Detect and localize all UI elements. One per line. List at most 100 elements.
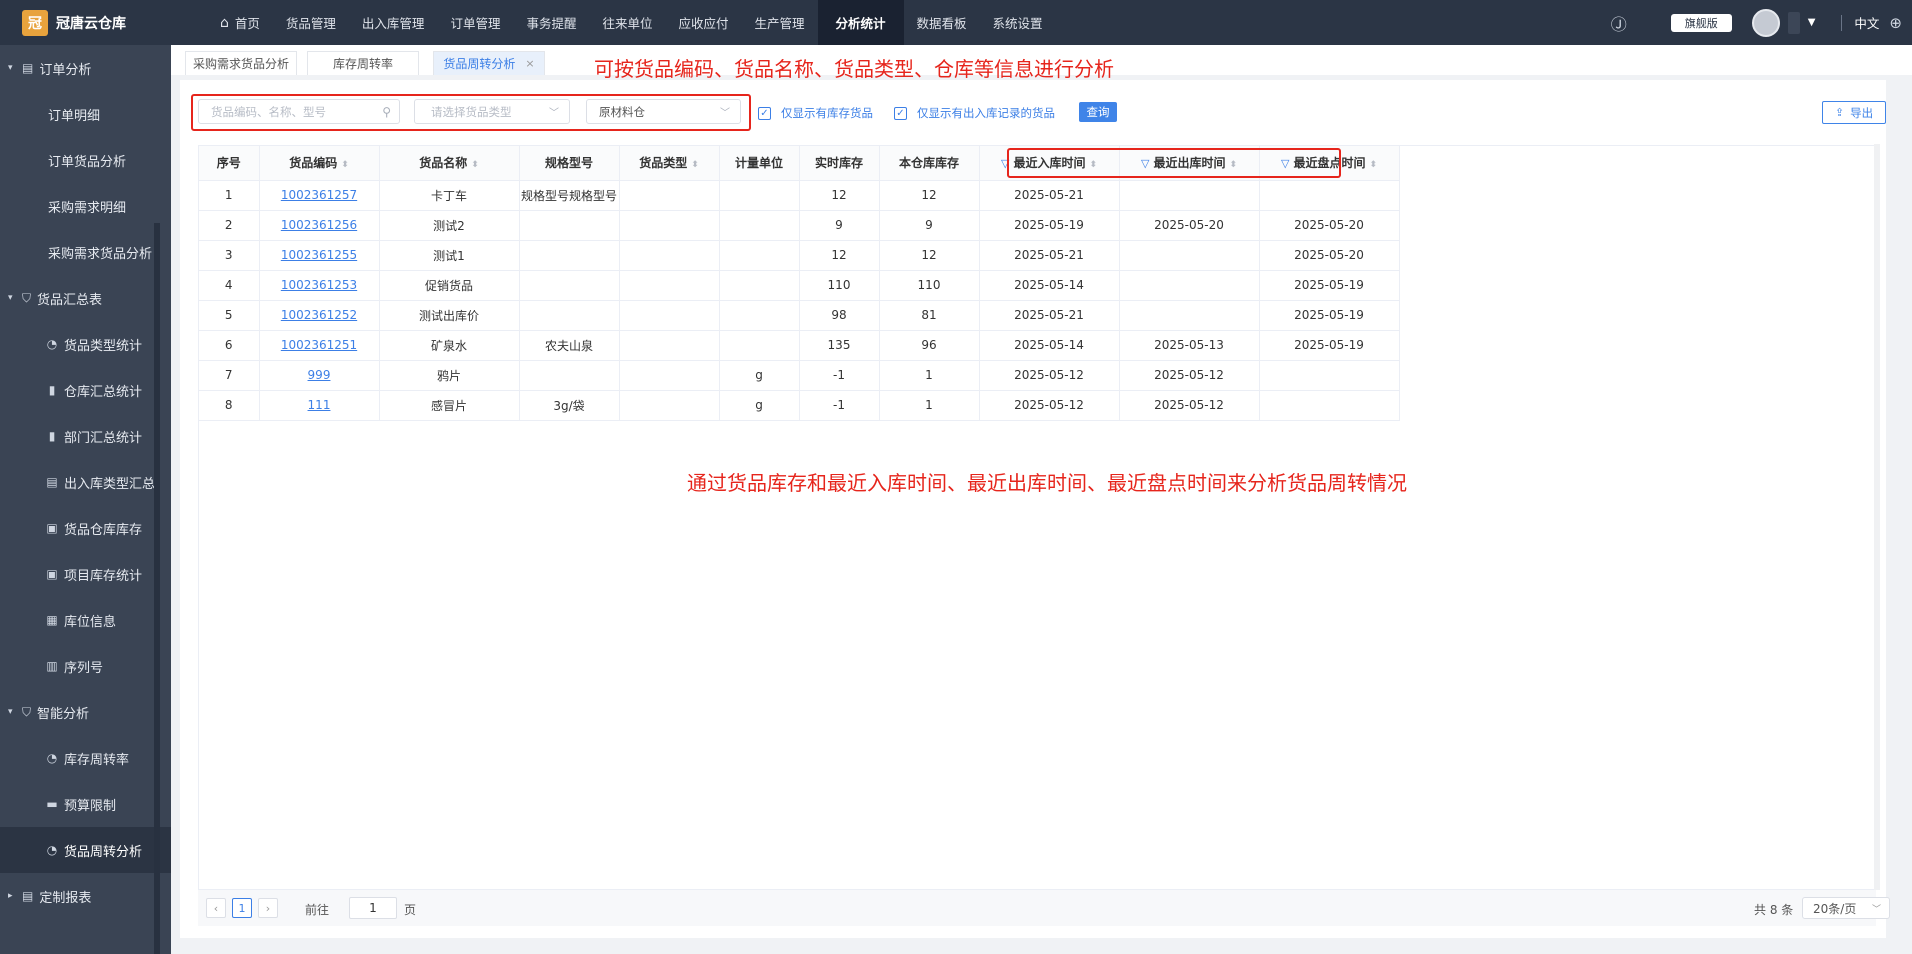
divider: [1841, 14, 1843, 31]
search-icon: ⚲: [382, 104, 391, 119]
bar-chart-icon: ▮: [48, 383, 56, 397]
search-input[interactable]: 货品编码、名称、型号 ⚲: [198, 99, 400, 124]
goods-code-link[interactable]: 111: [308, 398, 331, 412]
prev-page-button[interactable]: ‹: [206, 898, 226, 918]
content-panel: 货品编码、名称、型号 ⚲ 请选择货品类型 ﹀ 原材料仓 ﹀ ✓ 仅显示有库存货品…: [180, 80, 1890, 938]
sidebar-item-1-0[interactable]: ◔ 货品类型统计: [0, 321, 171, 367]
nav-item-5[interactable]: 往来单位: [589, 0, 665, 45]
column-header-3: 规格型号: [519, 146, 620, 181]
sidebar-item-2-0[interactable]: ◔ 库存周转率: [0, 735, 171, 781]
table-cell: 135: [799, 330, 880, 361]
table-cell: g: [719, 360, 800, 391]
page-number[interactable]: 1: [232, 898, 252, 918]
app-logo[interactable]: 冠 冠唐云仓库: [0, 0, 171, 45]
table-cell: 12: [879, 180, 980, 211]
query-button[interactable]: 查询: [1079, 102, 1117, 122]
avatar[interactable]: [1751, 8, 1780, 37]
table-row[interactable]: 5 1002361252 测试出库价 98 81 2025-05-21 2025-05-19: [199, 300, 1400, 331]
table-row[interactable]: 2 1002361256 测试2 9 9 2025-05-19 2025-05-20 2025…: [199, 210, 1400, 241]
column-header-4[interactable]: 货品类型 ⬍: [619, 146, 720, 181]
sidebar-item-1-4[interactable]: ▣ 货品仓库库存: [0, 505, 171, 551]
checkbox-checked-icon[interactable]: ✓: [758, 106, 771, 120]
sidebar-item-0-1[interactable]: 订单货品分析: [0, 137, 171, 183]
column-header-1[interactable]: 货品编码 ⬍: [259, 146, 380, 181]
tab-inventory-turnover-rate[interactable]: 库存周转率: [307, 51, 419, 75]
goods-type-select[interactable]: 请选择货品类型 ﹀: [414, 99, 570, 124]
sidebar-item-2-1[interactable]: ▬ 预算限制: [0, 781, 171, 827]
nav-item-9[interactable]: 数据看板: [904, 0, 980, 45]
table-cell: [719, 210, 800, 241]
username-redacted[interactable]: [1787, 11, 1800, 34]
sort-icon[interactable]: ⬍: [471, 160, 479, 170]
nav-item-10[interactable]: 系统设置: [980, 0, 1056, 45]
table-row[interactable]: 1 1002361257 卡丁车 规格型号规格型号 12 12 2025-05-21: [199, 180, 1400, 211]
nav-item-8[interactable]: 分析统计: [817, 0, 904, 45]
sidebar-item-1-5[interactable]: ▣ 项目库存统计: [0, 551, 171, 597]
goods-code-link[interactable]: 1002361252: [281, 308, 357, 322]
chevron-down-icon[interactable]: ▼: [1808, 17, 1816, 28]
table-cell: [619, 300, 720, 331]
nav-item-0[interactable]: ⌂ 首页: [207, 0, 273, 45]
tab-goods-turnover-analysis[interactable]: 货品周转分析 ×: [433, 51, 545, 75]
table-row[interactable]: 7 999 鸦片 g -1 1 2025-05-12 2025-05-12: [199, 360, 1400, 391]
goods-code-link[interactable]: 1002361251: [281, 338, 357, 352]
page-size-select[interactable]: 20条/页 ﹀: [1802, 897, 1890, 919]
sidebar-group-1[interactable]: ▾ ⛉ 货品汇总表: [0, 275, 171, 321]
sidebar-item-1-2[interactable]: ▮ 部门汇总统计: [0, 413, 171, 459]
language-switch[interactable]: 中文: [1854, 13, 1879, 32]
nav-item-1[interactable]: 货品管理: [273, 0, 349, 45]
nav-item-4[interactable]: 事务提醒: [513, 0, 589, 45]
table-cell: 2025-05-12: [979, 360, 1120, 391]
sidebar-item-1-7[interactable]: ▥ 序列号: [0, 643, 171, 689]
sidebar-group-2[interactable]: ▾ ⛉ 智能分析: [0, 689, 171, 735]
sidebar-item-2-2[interactable]: ◔ 货品周转分析: [0, 827, 171, 873]
sidebar-item-1-6[interactable]: ▦ 库位信息: [0, 597, 171, 643]
checkbox-checked-icon[interactable]: ✓: [894, 106, 907, 120]
column-header-2[interactable]: 货品名称 ⬍: [379, 146, 520, 181]
table-cell: 1002361257: [259, 180, 380, 211]
table-cell: 矿泉水: [379, 330, 520, 361]
globe-icon[interactable]: ⊕: [1889, 14, 1902, 32]
nav-item-6[interactable]: 应收应付: [665, 0, 741, 45]
goods-code-link[interactable]: 1002361253: [281, 278, 357, 292]
close-icon[interactable]: ×: [525, 57, 534, 70]
table-row[interactable]: 4 1002361253 促销货品 110 110 2025-05-14 2025-05-1…: [199, 270, 1400, 301]
nav-item-2[interactable]: 出入库管理: [349, 0, 438, 45]
sidebar-item-0-2[interactable]: 采购需求明细: [0, 183, 171, 229]
column-header-0: 序号: [199, 146, 260, 181]
warehouse-select[interactable]: 原材料仓 ﹀: [586, 99, 741, 124]
next-page-button[interactable]: ›: [258, 898, 278, 918]
sort-icon[interactable]: ⬍: [1369, 160, 1377, 170]
sidebar-item-0-3[interactable]: 采购需求货品分析: [0, 229, 171, 275]
checkbox-stock-only[interactable]: ✓ 仅显示有库存货品: [758, 105, 873, 121]
sort-icon[interactable]: ⬍: [691, 160, 699, 170]
table-row[interactable]: 6 1002361251 矿泉水 农夫山泉 135 96 2025-05-14 2025-05…: [199, 330, 1400, 361]
data-table: 序号 货品编码 ⬍ 货品名称 ⬍ 规格型号 货品类型 ⬍ 计量单位 实时库存 本仓库库存 ▽ 最近入库时…: [198, 145, 1876, 890]
goods-code-link[interactable]: 999: [308, 368, 331, 382]
search-placeholder: 货品编码、名称、型号: [211, 104, 326, 119]
goods-code-link[interactable]: 1002361256: [281, 218, 357, 232]
sidebar-scrollbar[interactable]: [154, 223, 160, 954]
sidebar-item-1-3[interactable]: ▤ 出入库类型汇总: [0, 459, 171, 505]
sidebar-group-label: 货品汇总表: [37, 292, 103, 308]
table-scrollbar[interactable]: [1874, 144, 1880, 890]
sidebar-group-0[interactable]: ▾ ▤ 订单分析: [0, 45, 171, 91]
sidebar-item-label: 采购需求明细: [48, 200, 127, 216]
goto-page-input[interactable]: 1: [349, 897, 397, 919]
goods-code-link[interactable]: 1002361257: [281, 188, 357, 202]
table-row[interactable]: 8 111 感冒片 3g/袋 g -1 1 2025-05-12 2025-05-12: [199, 390, 1400, 421]
tab-purchase-demand-analysis[interactable]: 采购需求货品分析: [185, 51, 297, 75]
sidebar-item-1-1[interactable]: ▮ 仓库汇总统计: [0, 367, 171, 413]
help-icon[interactable]: Ⓙ: [1611, 11, 1627, 35]
table-row[interactable]: 3 1002361255 测试1 12 12 2025-05-21 2025-05-20: [199, 240, 1400, 271]
nav-item-7[interactable]: 生产管理: [742, 0, 818, 45]
sidebar-item-0-0[interactable]: 订单明细: [0, 91, 171, 137]
filter-row: 货品编码、名称、型号 ⚲ 请选择货品类型 ﹀ 原材料仓 ﹀ ✓ 仅显示有库存货品…: [180, 80, 1886, 145]
edition-badge[interactable]: 旗舰版: [1670, 13, 1732, 32]
export-button[interactable]: ⇪ 导出: [1822, 101, 1886, 124]
checkbox-records-only[interactable]: ✓ 仅显示有出入库记录的货品: [894, 105, 1055, 121]
goods-code-link[interactable]: 1002361255: [281, 248, 357, 262]
sidebar-group-3[interactable]: ▸ ▤ 定制报表: [0, 873, 171, 919]
nav-item-3[interactable]: 订单管理: [437, 0, 513, 45]
sort-icon[interactable]: ⬍: [341, 160, 349, 170]
